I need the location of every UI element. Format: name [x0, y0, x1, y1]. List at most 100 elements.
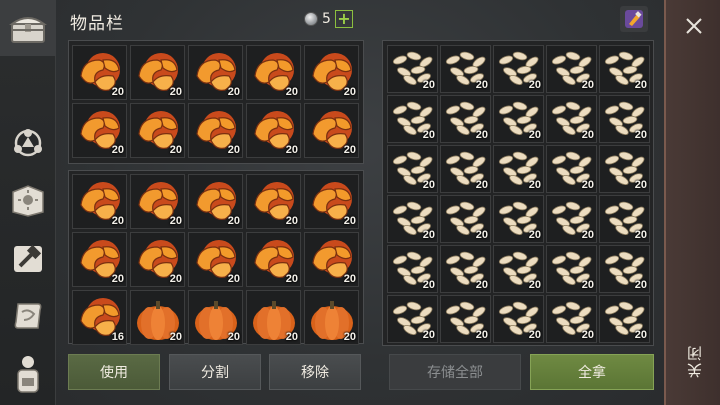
item-slot[interactable]: 20: [599, 95, 650, 143]
item-slot[interactable]: 20: [304, 174, 359, 229]
store-all-button[interactable]: 存储全部: [389, 354, 521, 390]
item-slot[interactable]: 20: [130, 174, 185, 229]
item-slot[interactable]: 20: [493, 45, 544, 93]
item-slot[interactable]: 20: [246, 290, 301, 345]
item-slot[interactable]: 20: [304, 45, 359, 100]
item-slot[interactable]: 20: [546, 295, 597, 343]
item-slot[interactable]: 20: [599, 45, 650, 93]
item-slot[interactable]: 20: [599, 145, 650, 193]
item-slot[interactable]: 20: [440, 95, 491, 143]
item-slot[interactable]: 20: [546, 95, 597, 143]
item-slot[interactable]: 20: [440, 245, 491, 293]
item-slot[interactable]: 20: [130, 232, 185, 287]
item-slot[interactable]: 20: [387, 195, 438, 243]
left-sidebar: [0, 0, 56, 405]
hammer-craft-icon: [14, 244, 42, 272]
item-slot[interactable]: 20: [188, 103, 243, 158]
close-label[interactable]: 关闭: [684, 344, 704, 378]
item-quantity: 20: [528, 329, 541, 341]
split-button[interactable]: 分割: [169, 354, 261, 390]
sidebar-item-settlement[interactable]: [0, 115, 56, 171]
sidebar-item-character[interactable]: [0, 346, 56, 402]
item-slot[interactable]: 20: [188, 174, 243, 229]
item-quantity: 20: [475, 229, 488, 241]
settlement-icon: [14, 129, 42, 157]
item-slot[interactable]: 20: [546, 195, 597, 243]
item-slot[interactable]: 20: [493, 145, 544, 193]
item-slot[interactable]: 20: [130, 103, 185, 158]
item-quantity: 20: [634, 229, 647, 241]
item-quantity: 20: [422, 329, 435, 341]
close-panel[interactable]: 关闭: [664, 0, 720, 405]
item-quantity: 20: [422, 229, 435, 241]
item-quantity: 20: [227, 86, 240, 98]
item-slot[interactable]: 20: [130, 45, 185, 100]
add-currency-button[interactable]: +: [334, 10, 353, 28]
item-quantity: 20: [634, 279, 647, 291]
item-slot[interactable]: 20: [440, 45, 491, 93]
remove-button[interactable]: 移除: [269, 354, 361, 390]
item-slot[interactable]: 20: [304, 232, 359, 287]
item-slot[interactable]: 20: [188, 290, 243, 345]
item-slot[interactable]: 20: [387, 95, 438, 143]
take-all-button[interactable]: 全拿: [530, 354, 654, 390]
item-slot[interactable]: 20: [188, 232, 243, 287]
item-quantity: 20: [227, 273, 240, 285]
backpack-character-icon: [17, 356, 39, 393]
item-slot[interactable]: 20: [72, 103, 127, 158]
sidebar-item-crafting[interactable]: [0, 230, 56, 286]
inventory-bottom-grid: 20 20 20 20 20 20 20 20 20 20 16 20 20 20 20: [72, 174, 359, 345]
item-slot[interactable]: 20: [493, 195, 544, 243]
item-quantity: 20: [169, 144, 182, 156]
item-slot[interactable]: 20: [304, 290, 359, 345]
item-slot[interactable]: 20: [304, 103, 359, 158]
scroll-map-icon: [14, 303, 42, 329]
sort-button[interactable]: [620, 6, 648, 32]
item-slot[interactable]: 20: [130, 290, 185, 345]
item-quantity: 20: [581, 129, 594, 141]
item-slot[interactable]: 20: [188, 45, 243, 100]
item-quantity: 20: [111, 144, 124, 156]
item-slot[interactable]: 20: [387, 245, 438, 293]
item-slot[interactable]: 20: [546, 145, 597, 193]
close-icon[interactable]: [682, 14, 706, 38]
sidebar-item-inventory[interactable]: [0, 0, 56, 56]
item-slot[interactable]: 20: [387, 145, 438, 193]
item-slot[interactable]: 20: [546, 245, 597, 293]
item-quantity: 20: [528, 129, 541, 141]
item-slot[interactable]: 20: [246, 45, 301, 100]
item-quantity: 20: [422, 279, 435, 291]
sidebar-item-map[interactable]: [0, 288, 56, 344]
item-slot[interactable]: 20: [440, 295, 491, 343]
sidebar-item-skills[interactable]: [0, 172, 56, 228]
item-slot[interactable]: 20: [546, 45, 597, 93]
item-slot[interactable]: 20: [440, 145, 491, 193]
item-slot[interactable]: 20: [493, 95, 544, 143]
item-quantity: 20: [285, 144, 298, 156]
item-slot[interactable]: 20: [246, 103, 301, 158]
item-slot[interactable]: 16: [72, 290, 127, 345]
item-quantity: 20: [581, 279, 594, 291]
main-area: 物品栏 5 + 20 20 20 20 20 20 20 20 20 20 20 20 20 20 20 2…: [56, 0, 664, 405]
item-quantity: 20: [581, 179, 594, 191]
item-slot[interactable]: 20: [72, 174, 127, 229]
item-quantity: 20: [528, 179, 541, 191]
item-quantity: 20: [581, 329, 594, 341]
item-slot[interactable]: 20: [387, 295, 438, 343]
item-slot[interactable]: 20: [493, 295, 544, 343]
item-quantity: 20: [343, 273, 356, 285]
item-slot[interactable]: 20: [493, 245, 544, 293]
item-slot[interactable]: 20: [599, 195, 650, 243]
item-slot[interactable]: 20: [599, 245, 650, 293]
item-slot[interactable]: 20: [599, 295, 650, 343]
item-slot[interactable]: 20: [440, 195, 491, 243]
item-quantity: 20: [422, 179, 435, 191]
item-slot[interactable]: 20: [72, 232, 127, 287]
use-button[interactable]: 使用: [68, 354, 160, 390]
item-slot[interactable]: 20: [72, 45, 127, 100]
item-quantity: 20: [169, 215, 182, 227]
item-slot[interactable]: 20: [387, 45, 438, 93]
item-quantity: 16: [111, 331, 124, 343]
item-slot[interactable]: 20: [246, 174, 301, 229]
item-slot[interactable]: 20: [246, 232, 301, 287]
